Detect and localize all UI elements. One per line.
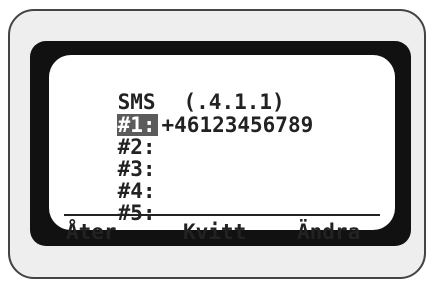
softkey-clear[interactable]: Kvitt xyxy=(183,221,246,245)
softkey-back[interactable]: Åter xyxy=(66,221,117,245)
entry-row-2[interactable]: #2: xyxy=(67,114,160,158)
softkey-edit[interactable]: Ändra xyxy=(297,221,360,245)
entry-row-1[interactable]: #1: +46123456789 xyxy=(67,92,313,136)
entry-row-5[interactable]: #5: xyxy=(67,180,160,224)
screen-title-line: SMS (.4.1.1) xyxy=(67,69,285,113)
entry-value-1: +46123456789 xyxy=(161,113,314,137)
softkey-divider xyxy=(64,214,380,216)
entry-row-3[interactable]: #3: xyxy=(67,136,160,180)
entry-label-5: #5: xyxy=(117,201,156,225)
entry-row-4[interactable]: #4: xyxy=(67,158,160,202)
